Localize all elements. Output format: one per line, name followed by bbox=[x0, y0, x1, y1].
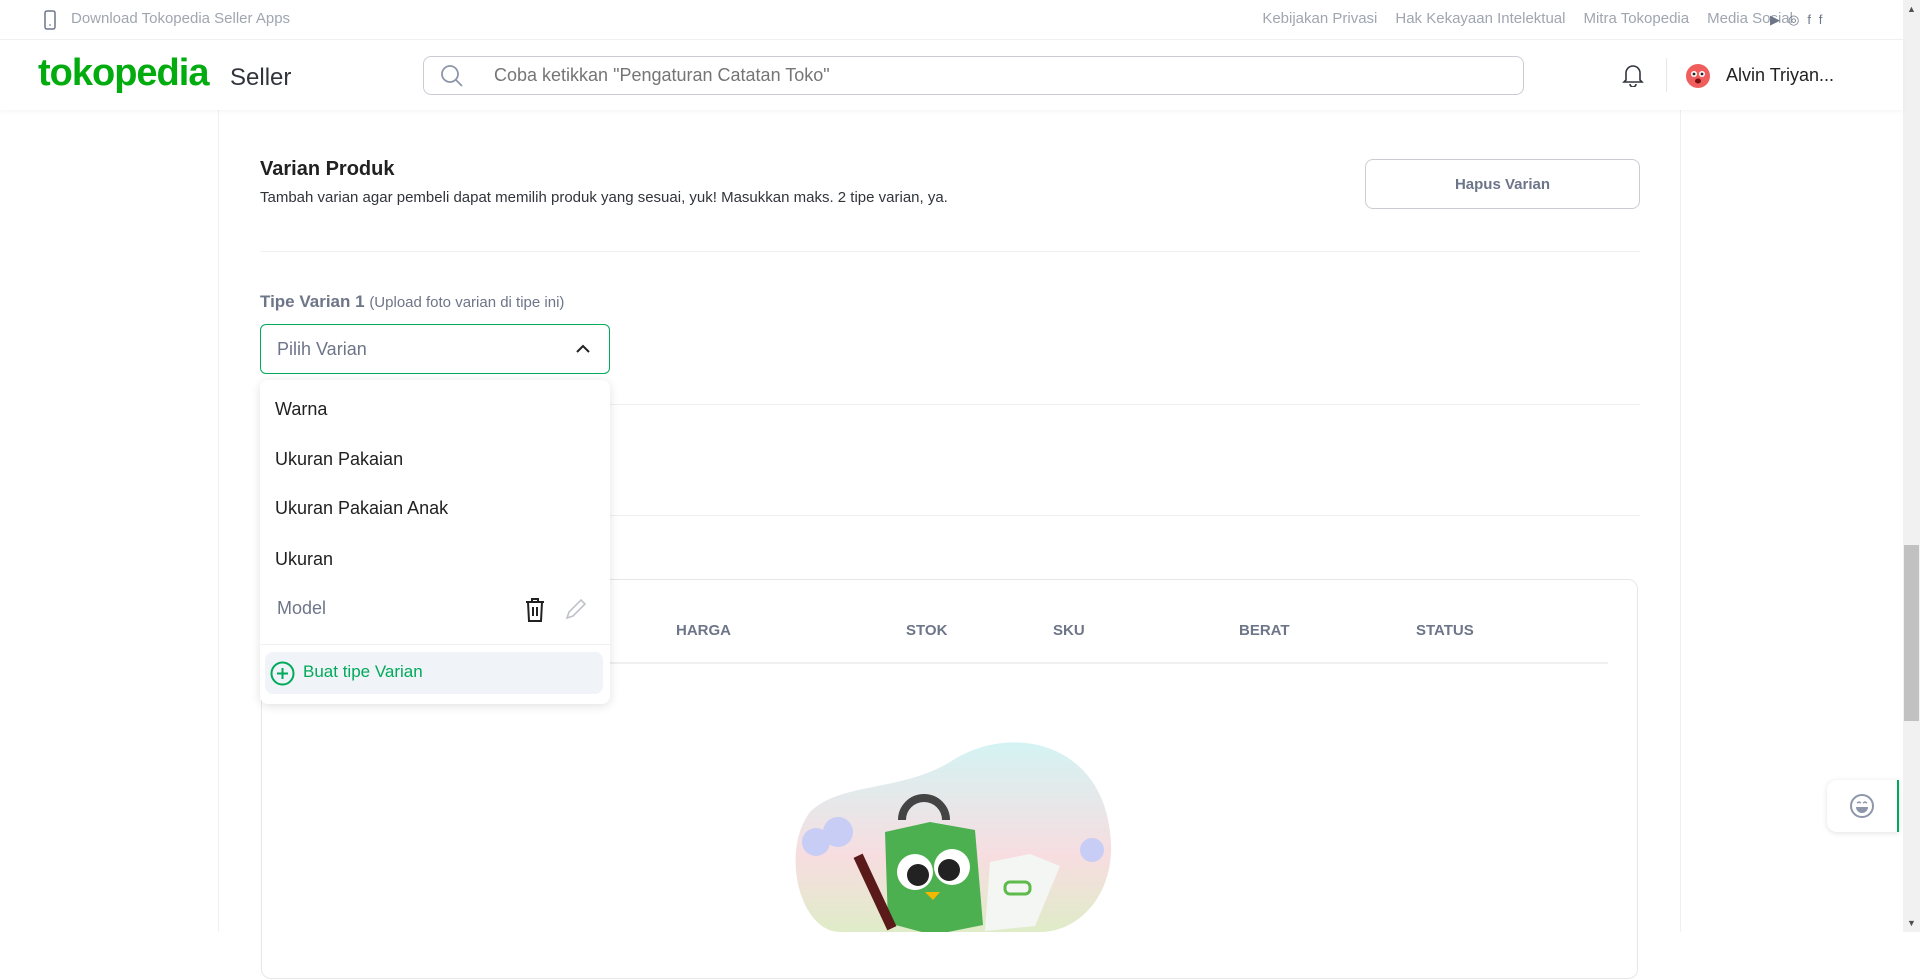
youtube-icon[interactable]: ▶ bbox=[1770, 12, 1788, 27]
scroll-up-arrow-icon[interactable]: ▲ bbox=[1907, 4, 1916, 14]
bell-icon[interactable] bbox=[1622, 63, 1644, 87]
user-name[interactable]: Alvin Triyan... bbox=[1726, 65, 1834, 86]
header: tokopedia Seller Alvin Triyan... bbox=[0, 40, 1903, 110]
column-header-status: STATUS bbox=[1416, 622, 1474, 639]
option-ukuran-pakaian-anak[interactable]: Ukuran Pakaian Anak bbox=[275, 498, 448, 519]
section-title: Varian Produk bbox=[260, 158, 395, 180]
column-header-berat: BERAT bbox=[1239, 622, 1290, 639]
column-header-harga: HARGA bbox=[676, 622, 731, 639]
download-app-link[interactable]: Download Tokopedia Seller Apps bbox=[71, 10, 290, 27]
create-variant-type-button[interactable]: Buat tipe Varian bbox=[265, 652, 603, 694]
option-model[interactable]: Model bbox=[277, 598, 326, 619]
avatar[interactable] bbox=[1686, 64, 1710, 88]
ip-link[interactable]: Hak Kekayaan Intelektual bbox=[1395, 10, 1565, 27]
facebook-icon[interactable]: f bbox=[1819, 12, 1831, 27]
edit-icon[interactable] bbox=[564, 597, 588, 621]
feedback-button[interactable] bbox=[1827, 780, 1899, 832]
search-icon bbox=[441, 65, 463, 87]
facebook-icon[interactable]: f bbox=[1807, 12, 1818, 27]
option-warna[interactable]: Warna bbox=[275, 399, 327, 420]
top-bar: Download Tokopedia Seller Apps Kebijakan… bbox=[0, 0, 1903, 40]
seller-label: Seller bbox=[230, 64, 292, 91]
variant-type-dropdown: Warna Ukuran Pakaian Ukuran Pakaian Anak… bbox=[260, 380, 610, 704]
option-ukuran-pakaian[interactable]: Ukuran Pakaian bbox=[275, 449, 403, 470]
column-header-sku: SKU bbox=[1053, 622, 1085, 639]
tokopedia-logo[interactable]: tokopedia bbox=[38, 52, 209, 95]
option-ukuran[interactable]: Ukuran bbox=[275, 549, 333, 570]
delete-variant-button[interactable]: Hapus Varian bbox=[1365, 159, 1640, 209]
plus-circle-icon bbox=[270, 661, 295, 686]
empty-state-illustration bbox=[795, 742, 1112, 932]
column-header-stok: STOK bbox=[906, 622, 948, 639]
scrollbar-thumb[interactable] bbox=[1904, 545, 1919, 721]
scrollbar[interactable] bbox=[1903, 0, 1920, 932]
search-box[interactable] bbox=[423, 56, 1524, 95]
section-subtitle: Tambah varian agar pembeli dapat memilih… bbox=[260, 189, 948, 206]
scroll-down-arrow-icon[interactable]: ▼ bbox=[1907, 918, 1916, 928]
instagram-icon[interactable]: ◎ bbox=[1788, 12, 1807, 27]
privacy-link[interactable]: Kebijakan Privasi bbox=[1262, 10, 1377, 27]
chevron-up-icon bbox=[576, 344, 590, 353]
search-input[interactable] bbox=[494, 65, 1394, 86]
select-placeholder: Pilih Varian bbox=[277, 339, 367, 359]
trash-icon[interactable] bbox=[524, 597, 546, 623]
create-variant-label: Buat tipe Varian bbox=[303, 662, 423, 681]
variant-type-label: Tipe Varian 1 (Upload foto varian di tip… bbox=[260, 292, 565, 311]
smile-icon bbox=[1850, 794, 1874, 818]
phone-icon bbox=[44, 10, 56, 30]
partner-link[interactable]: Mitra Tokopedia bbox=[1583, 10, 1689, 27]
variant-type-select[interactable]: Pilih Varian bbox=[260, 324, 610, 374]
